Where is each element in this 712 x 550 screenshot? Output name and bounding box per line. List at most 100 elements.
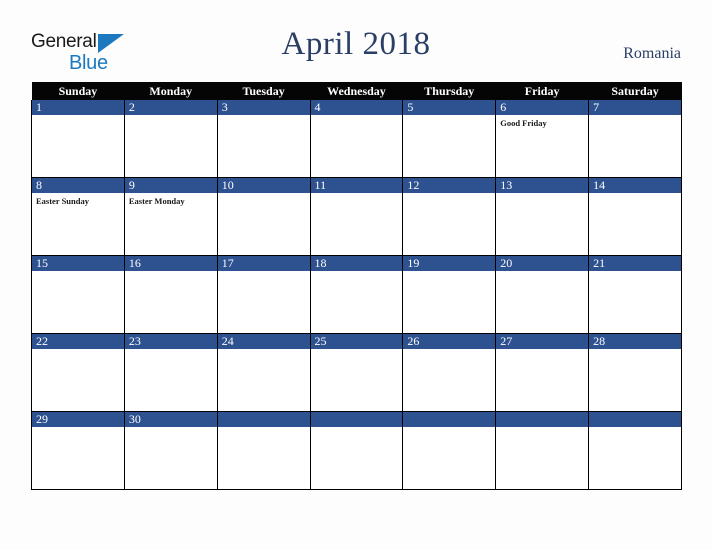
calendar-day-cell[interactable]: [402, 411, 497, 490]
day-number: 22: [32, 334, 124, 349]
day-cell-content: 2: [124, 100, 217, 177]
day-events: [125, 271, 217, 274]
page-title: April 2018: [281, 26, 431, 62]
calendar-day-cell[interactable]: [216, 411, 311, 490]
day-cell-content: 28: [589, 334, 681, 411]
day-events: [496, 349, 588, 352]
day-cell-content: 27: [496, 334, 589, 411]
weekday-header-thursday: Thursday: [402, 82, 496, 100]
calendar-day-cell[interactable]: 29: [31, 411, 125, 490]
calendar-day-cell[interactable]: 21: [588, 255, 682, 334]
calendar-grid: Sunday Monday Tuesday Wednesday Thursday Frid…: [31, 82, 682, 490]
weekday-header-wednesday: Wednesday: [310, 82, 403, 100]
calendar-day-cell[interactable]: [309, 411, 404, 490]
day-number: 10: [217, 178, 310, 193]
calendar-day-cell[interactable]: 16: [123, 255, 218, 334]
calendar-day-cell[interactable]: 20: [495, 255, 590, 334]
weekday-header-friday: Friday: [495, 82, 589, 100]
day-number: 16: [124, 256, 217, 271]
day-cell-content: 8 Easter Sunday: [32, 178, 124, 255]
calendar-day-cell[interactable]: 28: [588, 333, 682, 412]
day-number: 8: [32, 178, 124, 193]
day-number: 26: [403, 334, 496, 349]
day-number: 9: [124, 178, 217, 193]
day-events: [125, 349, 217, 352]
day-events: [32, 427, 124, 430]
calendar-day-cell[interactable]: 30: [123, 411, 218, 490]
calendar-day-cell[interactable]: 24: [216, 333, 311, 412]
calendar-day-cell[interactable]: 11: [309, 177, 404, 256]
day-cell-content: 29: [32, 412, 124, 489]
calendar-day-cell[interactable]: 25: [309, 333, 404, 412]
day-number: 12: [403, 178, 496, 193]
weekday-header-row: Sunday Monday Tuesday Wednesday Thursday Frid…: [31, 82, 682, 100]
calendar-week-row: 1 2 3 4 5 6 Good Friday 7: [31, 100, 682, 178]
calendar-day-cell[interactable]: [495, 411, 590, 490]
calendar-day-cell[interactable]: 7: [588, 100, 682, 178]
day-cell-content: 4: [310, 100, 403, 177]
day-number: 30: [124, 412, 217, 427]
calendar-day-cell[interactable]: 12: [402, 177, 497, 256]
calendar-day-cell[interactable]: 6 Good Friday: [495, 100, 590, 178]
day-cell-content: 22: [32, 334, 124, 411]
calendar-day-cell[interactable]: 14: [588, 177, 682, 256]
day-cell-content: 19: [403, 256, 496, 333]
day-cell-content: 15: [32, 256, 124, 333]
day-cell-content: [496, 412, 589, 489]
day-events: Easter Sunday: [32, 193, 124, 207]
day-events: [496, 427, 588, 430]
day-cell-content: [403, 412, 496, 489]
holiday-label: Easter Monday: [128, 196, 185, 206]
calendar-day-cell[interactable]: 9 Easter Monday: [123, 177, 218, 256]
day-events: [311, 349, 403, 352]
day-number: 21: [589, 256, 681, 271]
day-events: [589, 427, 681, 430]
calendar-day-cell[interactable]: 5: [402, 100, 497, 178]
calendar-day-cell[interactable]: 3: [216, 100, 311, 178]
day-events: [589, 115, 681, 118]
weekday-header-saturday: Saturday: [588, 82, 682, 100]
calendar-day-cell[interactable]: 2: [123, 100, 218, 178]
calendar-week-row: 15 16 17 18 19 20 21: [31, 255, 682, 334]
calendar-day-cell[interactable]: 18: [309, 255, 404, 334]
day-events: [589, 193, 681, 196]
calendar-week-row: 8 Easter Sunday 9 Easter Monday 10 11 12 13 14: [31, 177, 682, 256]
calendar-day-cell[interactable]: 26: [402, 333, 497, 412]
day-events: [32, 271, 124, 274]
day-number: 27: [496, 334, 589, 349]
day-events: [403, 115, 495, 118]
day-events: [218, 349, 310, 352]
day-cell-content: 26: [403, 334, 496, 411]
calendar-day-cell[interactable]: 4: [309, 100, 404, 178]
day-cell-content: 23: [124, 334, 217, 411]
day-events: [125, 427, 217, 430]
calendar-day-cell[interactable]: 22: [31, 333, 125, 412]
day-events: [589, 349, 681, 352]
calendar-week-row: 22 23 24 25 26 27 28: [31, 333, 682, 412]
day-cell-content: 5: [403, 100, 496, 177]
day-events: [403, 349, 495, 352]
calendar-day-cell[interactable]: 8 Easter Sunday: [31, 177, 125, 256]
day-events: [496, 271, 588, 274]
calendar-day-cell[interactable]: 27: [495, 333, 590, 412]
calendar-day-cell[interactable]: [588, 411, 682, 490]
day-number: 28: [589, 334, 681, 349]
calendar-day-cell[interactable]: 10: [216, 177, 311, 256]
calendar-day-cell[interactable]: 13: [495, 177, 590, 256]
day-number: 6: [496, 100, 589, 115]
day-cell-content: 20: [496, 256, 589, 333]
holiday-label: Good Friday: [500, 118, 547, 128]
day-events: [218, 427, 310, 430]
calendar-day-cell[interactable]: 1: [31, 100, 125, 178]
day-cell-content: 30: [124, 412, 217, 489]
day-events: [32, 115, 124, 118]
day-cell-content: 24: [217, 334, 310, 411]
calendar-day-cell[interactable]: 23: [123, 333, 218, 412]
country-label: Romania: [623, 45, 681, 62]
calendar-day-cell[interactable]: 15: [31, 255, 125, 334]
calendar-day-cell[interactable]: 19: [402, 255, 497, 334]
day-cell-content: 1: [32, 100, 124, 177]
calendar-day-cell[interactable]: 17: [216, 255, 311, 334]
day-number: [403, 412, 496, 427]
day-number: 13: [496, 178, 589, 193]
